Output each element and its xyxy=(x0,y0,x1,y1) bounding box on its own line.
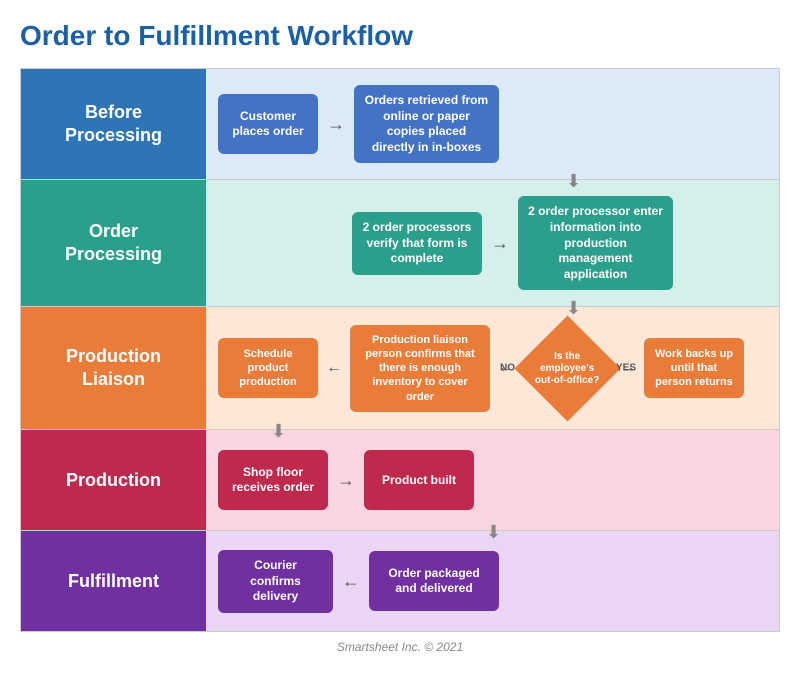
box-product-built: Product built xyxy=(364,450,474,510)
footer-text: Smartsheet Inc. © 2021 xyxy=(20,640,780,654)
diamond-yes-label: YES xyxy=(616,363,636,374)
box-enter-info: 2 order processor enter information into… xyxy=(518,196,673,290)
down-arrow-after-liaison: ⬇ xyxy=(271,421,286,442)
lane-label-before: BeforeProcessing xyxy=(21,69,206,179)
box-shop-floor: Shop floor receives order xyxy=(218,450,328,510)
workflow-diagram: BeforeProcessing Customer places order →… xyxy=(20,68,780,632)
down-arrow-after-before: ⬇ xyxy=(566,171,581,192)
arrow-left-fulfillment: ← xyxy=(337,571,365,592)
lane-label-production: Production xyxy=(21,430,206,530)
down-arrow-after-order: ⬇ xyxy=(566,298,581,319)
page-title: Order to Fulfillment Workflow xyxy=(20,20,780,52)
box-schedule-production: Schedule product production xyxy=(218,338,318,398)
lane-label-fulfillment: Fulfillment xyxy=(21,531,206,631)
arrow-right-3: → xyxy=(332,470,360,491)
arrow-right-1: → xyxy=(322,114,350,135)
box-verify-form: 2 order processors verify that form is c… xyxy=(352,212,482,275)
lane-content-order: 2 order processors verify that form is c… xyxy=(206,180,779,306)
box-orders-retrieved: Orders retrieved from online or paper co… xyxy=(354,85,499,163)
diamond-no-label: NO xyxy=(500,363,515,374)
lane-content-liaison: Schedule product production ← Production… xyxy=(206,307,779,429)
row-fulfillment: Fulfillment Courier confirms delivery ← … xyxy=(21,531,779,631)
box-liaison-confirms: Production liaison person confirms that … xyxy=(350,325,490,412)
row-liaison: ProductionLiaison Schedule product produ… xyxy=(21,307,779,430)
lane-label-liaison: ProductionLiaison xyxy=(21,307,206,429)
box-customer-places-order: Customer places order xyxy=(218,94,318,154)
row-before: BeforeProcessing Customer places order →… xyxy=(21,69,779,180)
lane-content-fulfillment: Courier confirms delivery ← Order packag… xyxy=(206,531,779,631)
arrow-left-liaison: ← xyxy=(320,359,348,377)
box-work-backs-up: Work backs up until that person returns xyxy=(644,338,744,398)
row-order: OrderProcessing 2 order processors verif… xyxy=(21,180,779,307)
box-order-packaged: Order packaged and delivered xyxy=(369,551,499,611)
lane-label-order: OrderProcessing xyxy=(21,180,206,306)
lane-content-production: Shop floor receives order → Product buil… xyxy=(206,430,779,530)
diamond-text: Is the employee's out-of-office? xyxy=(535,350,600,386)
down-arrow-after-production: ⬇ xyxy=(486,522,501,543)
box-courier-confirms: Courier confirms delivery xyxy=(218,550,333,613)
row-production: Production Shop floor receives order → P… xyxy=(21,430,779,531)
arrow-right-2: → xyxy=(486,233,514,254)
lane-content-before: Customer places order → Orders retrieved… xyxy=(206,69,779,179)
diamond-container: Is the employee's out-of-office? NO YES xyxy=(522,323,612,413)
